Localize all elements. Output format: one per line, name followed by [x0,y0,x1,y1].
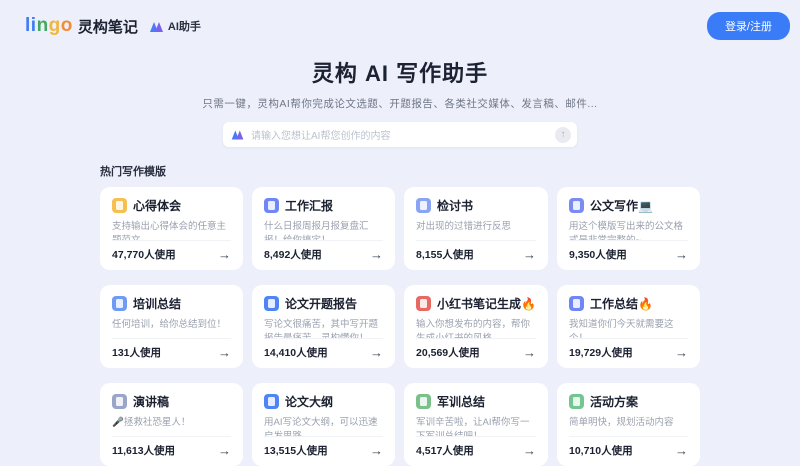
template-card-11[interactable]: 军训总结 军训辛苦啦，让AI帮你写一下军训总结吧！ 4,517人使用 → [404,383,548,466]
usage-count: 10,710人使用 [569,443,633,458]
card-title: 论文开题报告 [285,295,357,312]
card-title: 军训总结 [437,393,485,410]
template-card-9[interactable]: 演讲稿 🎤拯救社恐星人！ 11,613人使用 → [100,383,243,466]
usage-count: 8,492人使用 [264,247,322,262]
card-description: 写论文很痛苦，其中写开题报告最痛苦，灵构懂你！ [264,318,383,338]
section-title: 热门写作模版 [100,163,700,179]
template-card-5[interactable]: 培训总结 任何培训，给你总结到位！ 131人使用 → [100,285,243,368]
template-card-6[interactable]: 论文开题报告 写论文很痛苦，其中写开题报告最痛苦，灵构懂你！ 14,410人使用… [252,285,395,368]
nav-ai-label: AI助手 [168,18,201,34]
logo-wordmark: lingo [25,15,73,37]
arrow-right-icon[interactable]: → [675,248,688,261]
card-description: 简单明快，规划活动内容 [569,416,688,436]
prompt-placeholder: 请输入您想让AI帮您创作的内容 [251,127,549,142]
template-card-8[interactable]: 工作总结🔥 我知道你们今天就需要这个！ 19,729人使用 → [557,285,700,368]
usage-count: 131人使用 [112,345,161,360]
arrow-right-icon[interactable]: → [218,248,231,261]
ai-mountain-icon [232,130,245,140]
template-card-3[interactable]: 检讨书 对出现的过错进行反思 8,155人使用 → [404,187,548,270]
microphone-icon [112,394,127,409]
pen-icon [416,198,431,213]
image-icon [416,296,431,311]
page-title: 灵构 AI 写作助手 [0,56,800,88]
template-card-10[interactable]: 论文大纲 用AI写论文大纲，可以迅速启发思路。 13,515人使用 → [252,383,395,466]
template-card-2[interactable]: 工作汇报 什么日报周报月报复盘汇报！给你搞定！ 8,492人使用 → [252,187,395,270]
arrow-right-icon[interactable]: → [675,346,688,359]
arrow-right-icon[interactable]: → [218,444,231,457]
helmet-icon [416,394,431,409]
logo-letter: o [61,15,73,36]
document-icon [569,198,584,213]
briefcase-icon [569,296,584,311]
header: lingo 灵构笔记 AI助手 登录/注册 [0,0,800,40]
chat-icon [112,296,127,311]
card-description: 对出现的过错进行反思 [416,220,536,240]
prompt-input[interactable]: 请输入您想让AI帮您创作的内容 ↑ [223,122,577,147]
card-description: 任何培训，给你总结到位！ [112,318,231,338]
card-title: 公文写作💻 [590,197,653,214]
usage-count: 19,729人使用 [569,345,633,360]
page: lingo 灵构笔记 AI助手 登录/注册 灵构 AI 写作助手 只需一键，灵构… [0,0,800,450]
brand-name: 灵构笔记 [78,16,138,37]
template-card-7[interactable]: 小红书笔记生成🔥 输入你想发布的内容，帮你生成小红书的风格。 20,569人使用… [404,285,548,368]
notebook-icon [112,198,127,213]
ai-mountain-icon [150,21,164,32]
card-title: 演讲稿 [133,393,169,410]
card-description: 用这个模版写出来的公文格式是非常完整的~ [569,220,688,240]
brand-logo[interactable]: lingo 灵构笔记 [25,15,138,37]
arrow-right-icon[interactable]: → [523,346,536,359]
card-title: 活动方案 [590,393,638,410]
arrow-right-icon[interactable]: → [523,444,536,457]
usage-count: 14,410人使用 [264,345,328,360]
template-card-4[interactable]: 公文写作💻 用这个模版写出来的公文格式是非常完整的~ 9,350人使用 → [557,187,700,270]
arrow-right-icon[interactable]: → [370,444,383,457]
card-description: 什么日报周报月报复盘汇报！给你搞定！ [264,220,383,240]
card-title: 工作总结🔥 [590,295,653,312]
briefcase-icon [264,198,279,213]
arrow-right-icon[interactable]: → [675,444,688,457]
card-title: 工作汇报 [285,197,333,214]
card-description: 支持输出心得体会的任意主题范文。 [112,220,231,240]
usage-count: 9,350人使用 [569,247,627,262]
usage-count: 11,613人使用 [112,443,175,458]
card-description: 🎤拯救社恐星人！ [112,416,231,436]
login-register-button[interactable]: 登录/注册 [707,12,790,40]
usage-count: 13,515人使用 [264,443,328,458]
nav-ai-assistant[interactable]: AI助手 [150,18,201,34]
arrow-right-icon[interactable]: → [370,248,383,261]
card-title: 检讨书 [437,197,473,214]
logo-letter: n [37,15,49,36]
card-title: 论文大纲 [285,393,333,410]
card-description: 输入你想发布的内容，帮你生成小红书的风格。 [416,318,536,338]
card-description: 用AI写论文大纲，可以迅速启发思路。 [264,416,383,436]
usage-count: 47,770人使用 [112,247,176,262]
template-card-12[interactable]: 活动方案 简单明快，规划活动内容 10,710人使用 → [557,383,700,466]
arrow-right-icon[interactable]: → [523,248,536,261]
send-button[interactable]: ↑ [555,127,571,143]
usage-count: 4,517人使用 [416,443,474,458]
page-subtitle: 只需一键，灵构AI帮你完成论文选题、开题报告、各类社交媒体、发言稿、邮件... [0,96,800,111]
usage-count: 20,569人使用 [416,345,480,360]
arrow-right-icon[interactable]: → [218,346,231,359]
document-icon [264,394,279,409]
card-title: 小红书笔记生成🔥 [437,295,536,312]
document-icon [264,296,279,311]
logo-letter: g [49,15,61,36]
template-card-1[interactable]: 心得体会 支持输出心得体会的任意主题范文。 47,770人使用 → [100,187,243,270]
card-description: 军训辛苦啦，让AI帮你写一下军训总结吧！ [416,416,536,436]
hero: 灵构 AI 写作助手 只需一键，灵构AI帮你完成论文选题、开题报告、各类社交媒体… [0,56,800,147]
megaphone-icon [569,394,584,409]
template-card-grid: 心得体会 支持输出心得体会的任意主题范文。 47,770人使用 → 工作汇报 什… [100,187,700,466]
card-title: 心得体会 [133,197,181,214]
arrow-right-icon[interactable]: → [370,346,383,359]
card-title: 培训总结 [133,295,181,312]
card-description: 我知道你们今天就需要这个！ [569,318,688,338]
usage-count: 8,155人使用 [416,247,474,262]
